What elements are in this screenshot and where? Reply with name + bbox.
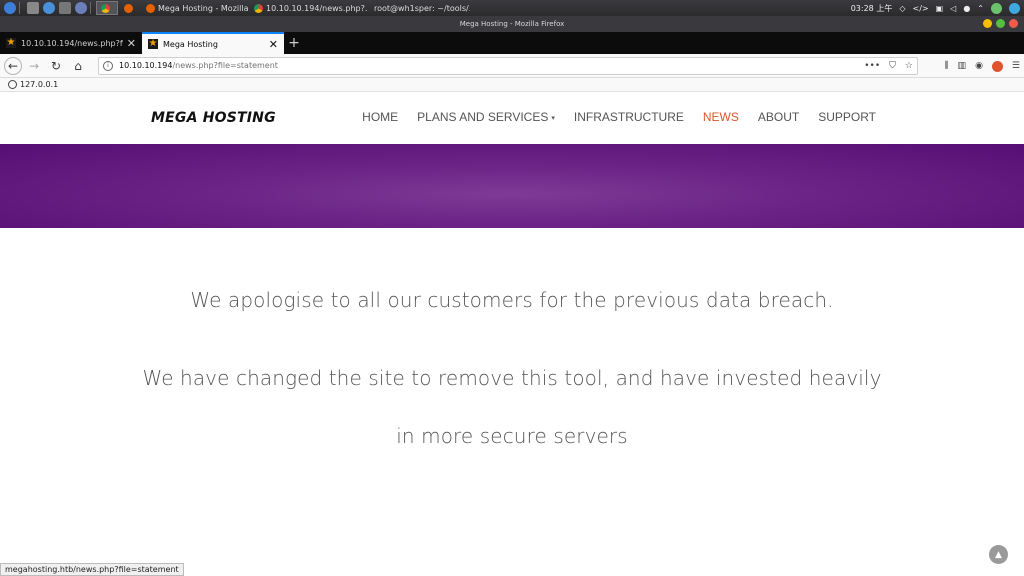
firefox-icon bbox=[124, 3, 133, 13]
link-status-bar: megahosting.htb/news.php?file=statement bbox=[0, 563, 184, 576]
statement-line-3: in more secure servers bbox=[396, 424, 628, 448]
close-tab-icon[interactable]: ✕ bbox=[269, 39, 278, 50]
network-icon[interactable]: ◇ bbox=[899, 4, 905, 13]
nav-item-home[interactable]: HOME bbox=[362, 110, 398, 124]
taskbar-task-label: root@wh1sper: ~/tools/... bbox=[374, 3, 470, 13]
url-bar[interactable]: i 10.10.10.194/news.php?file=statement •… bbox=[98, 56, 918, 75]
maximize-button[interactable] bbox=[996, 19, 1005, 28]
notification-icon[interactable]: ● bbox=[963, 4, 970, 13]
settings-launcher-icon[interactable] bbox=[75, 2, 87, 14]
toolbar-right: ⫼ ▥ ◉ ☰ bbox=[944, 54, 1020, 78]
page-actions-button[interactable]: ••• bbox=[864, 61, 880, 71]
system-tray: 03:28 上午 ◇ </> ▣ ◁ ● ⌃ bbox=[851, 0, 1020, 16]
page-content: MEGA HOSTING HOME PLANS AND SERVICES ▾ IN… bbox=[0, 92, 1024, 576]
chrome-icon bbox=[101, 3, 110, 13]
taskbar-task-label: Mega Hosting - Mozilla ... bbox=[158, 3, 248, 13]
window-titlebar: Mega Hosting - Mozilla Firefox bbox=[0, 16, 1024, 32]
minimize-button[interactable] bbox=[983, 19, 992, 28]
home-button[interactable]: ⌂ bbox=[68, 56, 88, 76]
volume-icon[interactable]: ◁ bbox=[950, 4, 956, 13]
tab-news-php[interactable]: ★ 10.10.10.194/news.php?file= ✕ bbox=[0, 32, 142, 54]
new-tab-button[interactable]: + bbox=[284, 32, 304, 54]
reload-button[interactable]: ↻ bbox=[46, 56, 66, 76]
code-icon[interactable]: </> bbox=[912, 4, 928, 13]
nav-item-about[interactable]: ABOUT bbox=[758, 110, 799, 124]
tab-mega-hosting[interactable]: ★ Mega Hosting ✕ bbox=[142, 32, 284, 54]
site-nav: HOME PLANS AND SERVICES ▾ INFRASTRUCTURE … bbox=[362, 110, 876, 124]
nav-item-infrastructure[interactable]: INFRASTRUCTURE bbox=[574, 110, 684, 124]
navigation-toolbar: ← → ↻ ⌂ i 10.10.10.194/news.php?file=sta… bbox=[0, 54, 1024, 78]
bookmark-item[interactable]: 127.0.0.1 bbox=[20, 80, 58, 89]
keyboard-icon[interactable]: ▣ bbox=[936, 4, 944, 13]
extension-icon[interactable] bbox=[991, 60, 1003, 72]
star-favicon-icon: ★ bbox=[148, 38, 158, 49]
window-title: Mega Hosting - Mozilla Firefox bbox=[459, 20, 565, 28]
browser-launcher-icon[interactable] bbox=[43, 2, 55, 14]
bookmarks-toolbar: 127.0.0.1 bbox=[0, 78, 1024, 92]
url-host: 10.10.10.194 bbox=[119, 61, 173, 70]
statement-line-2: We have changed the site to remove this … bbox=[142, 366, 882, 390]
back-button[interactable]: ← bbox=[4, 56, 22, 75]
chevron-down-icon: ▾ bbox=[551, 114, 555, 122]
taskbar-separator bbox=[19, 2, 20, 14]
taskbar-task-label: 10.10.10.194/news.php?... bbox=[266, 3, 368, 13]
url-path: /news.php?file=statement bbox=[172, 61, 278, 70]
tab-title: 10.10.10.194/news.php?file= bbox=[21, 38, 123, 48]
user-avatar-icon[interactable] bbox=[991, 2, 1002, 14]
tab-strip: ★ 10.10.10.194/news.php?file= ✕ ★ Mega H… bbox=[0, 32, 1024, 54]
site-info-icon[interactable]: i bbox=[103, 60, 113, 71]
url-actions: ••• ⛉ ☆ bbox=[864, 58, 913, 74]
terminal-launcher-icon[interactable] bbox=[27, 2, 39, 14]
download-launcher-icon[interactable] bbox=[59, 2, 71, 14]
nav-item-support[interactable]: SUPPORT bbox=[818, 110, 876, 124]
taskbar-task-terminal[interactable]: root@wh1sper: ~/tools/... bbox=[370, 1, 470, 15]
expand-tray-icon[interactable]: ⌃ bbox=[977, 4, 984, 13]
taskbar-task-mega-hosting[interactable]: Mega Hosting - Mozilla ... bbox=[142, 1, 248, 15]
library-icon[interactable]: ⫼ bbox=[944, 61, 948, 71]
close-tab-icon[interactable]: ✕ bbox=[127, 38, 136, 49]
taskbar-task-news[interactable]: 10.10.10.194/news.php?... bbox=[250, 1, 368, 15]
close-window-button[interactable] bbox=[1009, 19, 1018, 28]
firefox-icon bbox=[146, 3, 155, 13]
hero-banner bbox=[0, 144, 1024, 228]
account-icon[interactable]: ◉ bbox=[975, 61, 983, 71]
globe-icon bbox=[8, 80, 17, 89]
sidebar-icon[interactable]: ▥ bbox=[958, 61, 967, 71]
taskbar-task-chrome[interactable] bbox=[96, 1, 118, 15]
site-header: MEGA HOSTING HOME PLANS AND SERVICES ▾ IN… bbox=[0, 92, 1024, 144]
star-favicon-icon: ★ bbox=[6, 37, 16, 48]
clock[interactable]: 03:28 上午 bbox=[851, 3, 893, 14]
menu-icon[interactable]: ☰ bbox=[1012, 61, 1020, 71]
taskbar-task-firefox[interactable] bbox=[120, 1, 140, 15]
chrome-icon bbox=[254, 3, 263, 13]
nav-item-news[interactable]: NEWS bbox=[703, 110, 739, 124]
statement-line-1: We apologise to all our customers for th… bbox=[190, 288, 834, 312]
nav-item-plans[interactable]: PLANS AND SERVICES ▾ bbox=[417, 110, 555, 124]
os-taskbar: Mega Hosting - Mozilla ... 10.10.10.194/… bbox=[0, 0, 1024, 16]
window-controls bbox=[983, 19, 1018, 28]
power-icon[interactable] bbox=[1009, 2, 1020, 14]
forward-button[interactable]: → bbox=[24, 56, 44, 76]
scroll-to-top-button[interactable]: ▲ bbox=[989, 545, 1008, 564]
site-logo[interactable]: MEGA HOSTING bbox=[151, 110, 276, 126]
bookmark-star-icon[interactable]: ☆ bbox=[905, 61, 913, 71]
nav-item-label: PLANS AND SERVICES bbox=[417, 110, 549, 124]
tab-title: Mega Hosting bbox=[163, 39, 218, 49]
pocket-icon[interactable]: ⛉ bbox=[889, 61, 896, 71]
taskbar-separator bbox=[90, 2, 91, 14]
app-menu-icon[interactable] bbox=[4, 2, 16, 14]
